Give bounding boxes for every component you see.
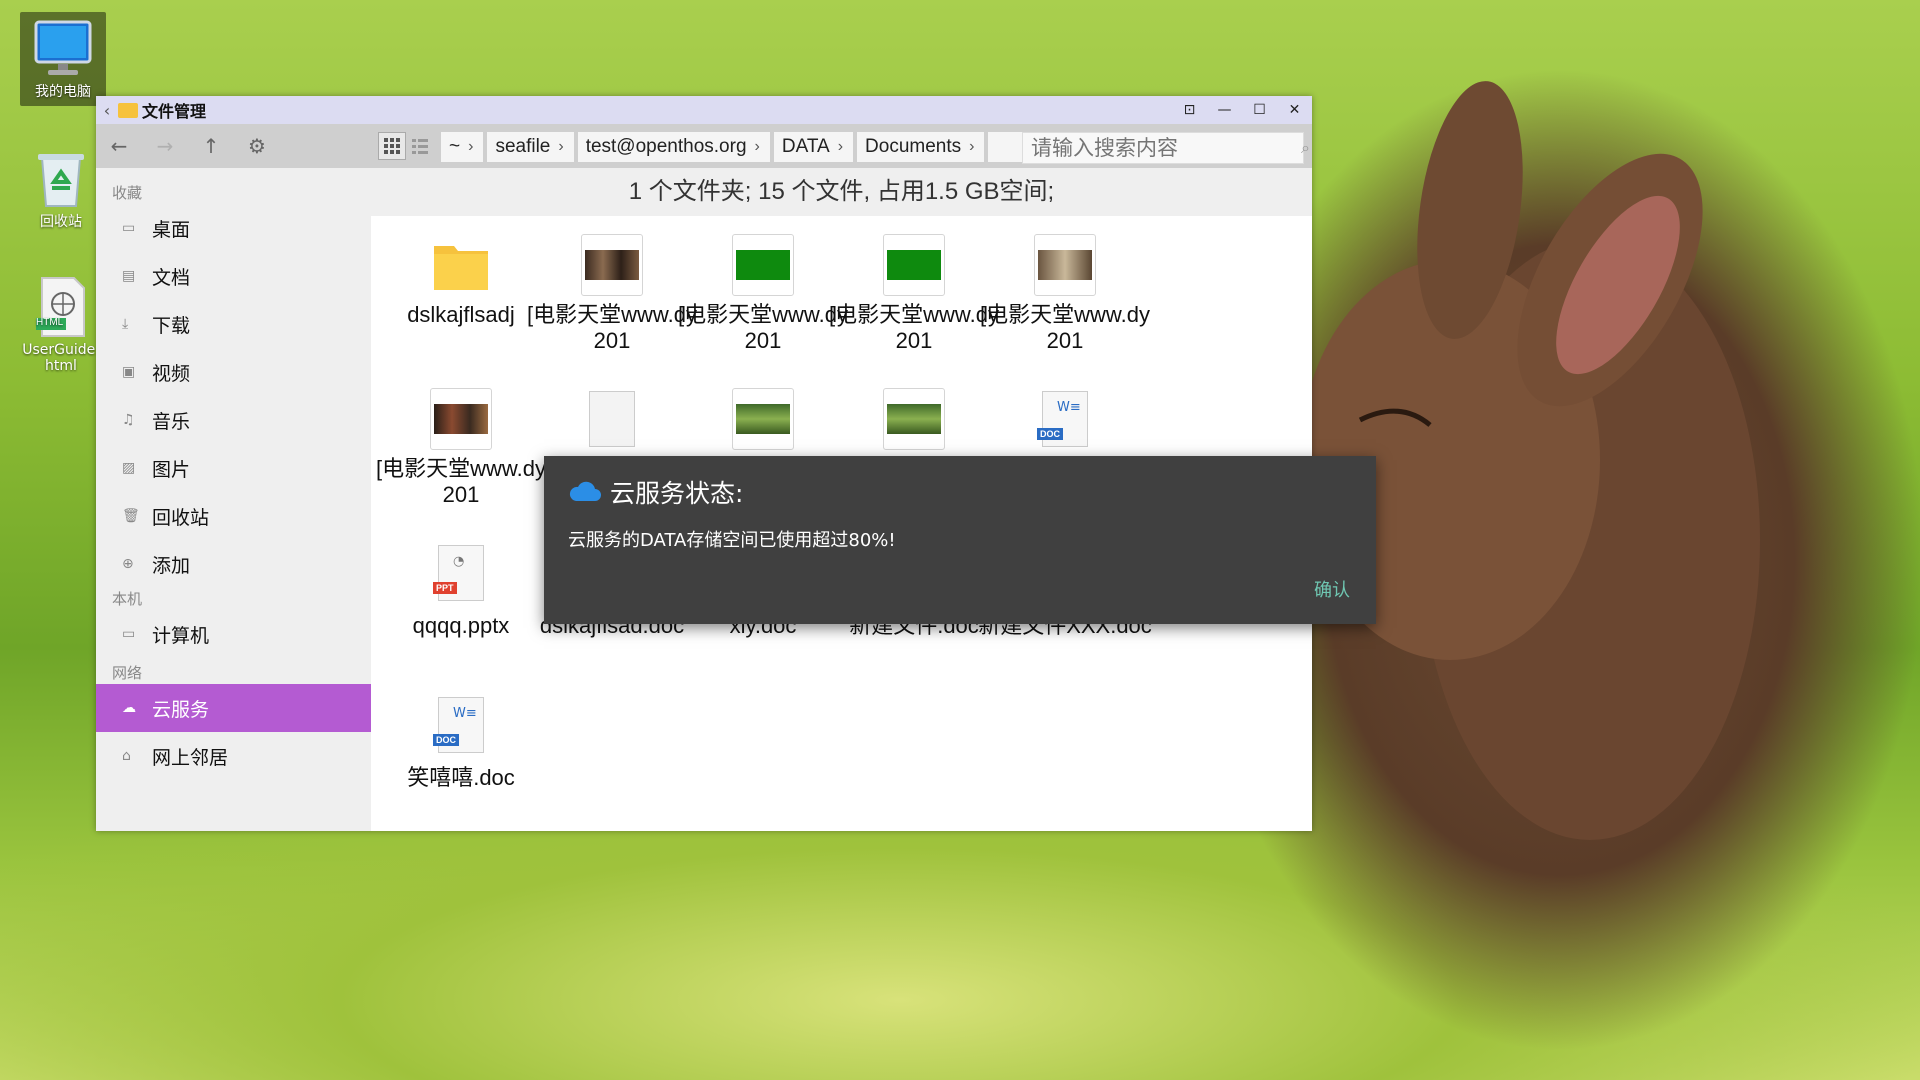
html-file-icon: HTML [30, 276, 92, 338]
dialog-header: 云服务状态: [568, 474, 743, 510]
folder-icon [430, 234, 492, 296]
image-thumbnail [883, 388, 945, 450]
desktop-icon-label: 我的电脑 [35, 84, 91, 100]
desktop-wallpaper: 我的电脑 回收站 HTML UserGuide.html ‹ 文件管理 ⊡ — … [0, 0, 1920, 1080]
word-doc-icon: W≡DOC [1034, 391, 1096, 453]
grid-view-icon[interactable] [378, 132, 406, 160]
sidebar-item-videos[interactable]: ▣ 视频 [96, 348, 371, 396]
close-button[interactable]: ✕ [1277, 102, 1312, 118]
sidebar-item-documents[interactable]: ▤ 文档 [96, 252, 371, 300]
view-mode-switcher [378, 132, 434, 160]
recycle-bin-icon [30, 148, 92, 210]
search-box: ⌕ [1022, 132, 1310, 164]
chevron-right-icon: › [468, 138, 474, 155]
breadcrumb-account[interactable]: test@openthos.org › [577, 132, 770, 162]
list-view-icon[interactable] [406, 132, 434, 160]
titlebar-back-icon[interactable]: ‹ [96, 101, 118, 120]
monitor-icon: ▭ [122, 626, 136, 642]
desktop-icon-label: UserGuide.html [22, 342, 100, 374]
sidebar-item-pictures[interactable]: ▨ 图片 [96, 444, 371, 492]
sidebar-item-cloud-service[interactable]: ☁ 云服务 [96, 684, 371, 732]
window-titlebar: ‹ 文件管理 ⊡ — ☐ ✕ [96, 96, 1312, 124]
back-arrow-icon[interactable]: ← [96, 134, 142, 158]
image-thumbnail [732, 234, 794, 296]
sidebar-item-downloads[interactable]: ⤓ 下载 [96, 300, 371, 348]
desktop-icon-label: 回收站 [40, 214, 82, 230]
image-thumbnail [430, 388, 492, 450]
breadcrumb-home[interactable]: ~ › [441, 132, 484, 162]
file-item-doc[interactable]: W≡ DOC 笑嘻嘻.doc [371, 694, 551, 791]
confirm-button[interactable]: 确认 [1314, 576, 1350, 602]
video-icon: ▣ [122, 364, 136, 380]
sidebar-section-network: 网络 [112, 664, 143, 682]
image-thumbnail [883, 234, 945, 296]
maximize-button[interactable]: ☐ [1242, 102, 1277, 118]
cloud-icon [569, 481, 601, 501]
cloud-icon: ☁ [122, 700, 136, 716]
image-thumbnail [732, 388, 794, 450]
network-icon: ⌂ [122, 748, 131, 764]
chevron-right-icon: › [558, 138, 564, 155]
sidebar-item-computer[interactable]: ▭ 计算机 [96, 610, 371, 658]
file-item-image[interactable]: [电影天堂www.dy201 [975, 234, 1155, 354]
file-name: [电影天堂www.dy201 [376, 456, 546, 507]
blank-file-icon [581, 391, 643, 453]
document-icon: ▤ [122, 268, 136, 284]
breadcrumb: ~ › seafile › test@openthos.org › DATA › Doc… [441, 132, 1070, 162]
sidebar-item-add[interactable]: ⊕ 添加 [96, 540, 371, 588]
breadcrumb-data[interactable]: DATA › [773, 132, 854, 162]
trash-icon: 🗑 [122, 508, 140, 524]
search-icon[interactable]: ⌕ [1301, 138, 1310, 158]
sidebar-item-music[interactable]: ♫ 音乐 [96, 396, 371, 444]
minimize-button[interactable]: — [1207, 102, 1242, 118]
monitor-icon: ▭ [122, 220, 136, 236]
file-item-doc[interactable]: W≡ DOC [975, 388, 1155, 459]
image-thumbnail [581, 234, 643, 296]
html-badge: HTML [36, 317, 64, 328]
picture-icon: ▨ [122, 460, 136, 476]
download-icon: ⤓ [122, 316, 129, 332]
desktop-icon-userguide[interactable]: HTML UserGuide.html [18, 270, 104, 380]
forward-arrow-icon[interactable]: → [142, 134, 188, 158]
settings-gear-icon[interactable]: ⚙ [234, 134, 280, 158]
pin-window-icon[interactable]: ⊡ [1172, 102, 1207, 118]
sidebar-item-desktop[interactable]: ▭ 桌面 [96, 204, 371, 252]
up-arrow-icon[interactable]: ↑ [188, 134, 234, 158]
add-circle-icon: ⊕ [122, 556, 134, 572]
music-icon: ♫ [122, 412, 135, 428]
dialog-message: 云服务的DATA存储空间已使用超过80%! [568, 530, 896, 551]
dialog-title: 云服务状态: [610, 479, 744, 508]
sidebar: 收藏 ▭ 桌面 ▤ 文档 ⤓ 下载 ▣ 视频 ♫ 音乐 ▨ 图片 🗑 回收站 ⊕ 添加 本机 ▭… [96, 168, 371, 831]
breadcrumb-documents[interactable]: Documents › [857, 132, 985, 162]
sidebar-item-network-neighborhood[interactable]: ⌂ 网上邻居 [96, 732, 371, 780]
chevron-right-icon: › [754, 138, 760, 155]
sidebar-section-favorites: 收藏 [112, 184, 143, 202]
file-name: [电影天堂www.dy201 [980, 302, 1150, 353]
desktop-icon-recycle-bin[interactable]: 回收站 [18, 142, 104, 236]
chevron-right-icon: › [969, 138, 975, 155]
sidebar-section-local: 本机 [112, 590, 143, 608]
image-thumbnail [1034, 234, 1096, 296]
desktop-icon-my-computer[interactable]: 我的电脑 [20, 12, 106, 106]
cloud-status-dialog: 云服务状态: 云服务的DATA存储空间已使用超过80%! 确认 [544, 456, 1376, 624]
status-summary: 1 个文件夹; 15 个文件, 占用1.5 GB空间; [371, 168, 1312, 216]
ppt-file-icon: ◔ PPT [430, 545, 492, 607]
window-title: 文件管理 [142, 104, 207, 121]
computer-icon [32, 18, 94, 80]
file-name: 笑嘻嘻.doc [407, 765, 515, 790]
word-doc-icon: W≡DOC [430, 697, 492, 759]
breadcrumb-seafile[interactable]: seafile › [487, 132, 574, 162]
toolbar: ← → ↑ ⚙ ~ › seafile › test@openthos.org … [96, 124, 1312, 168]
search-input[interactable] [1023, 135, 1301, 161]
folder-icon [118, 102, 138, 118]
chevron-right-icon: › [837, 138, 844, 155]
sidebar-item-trash[interactable]: 🗑 回收站 [96, 492, 371, 540]
